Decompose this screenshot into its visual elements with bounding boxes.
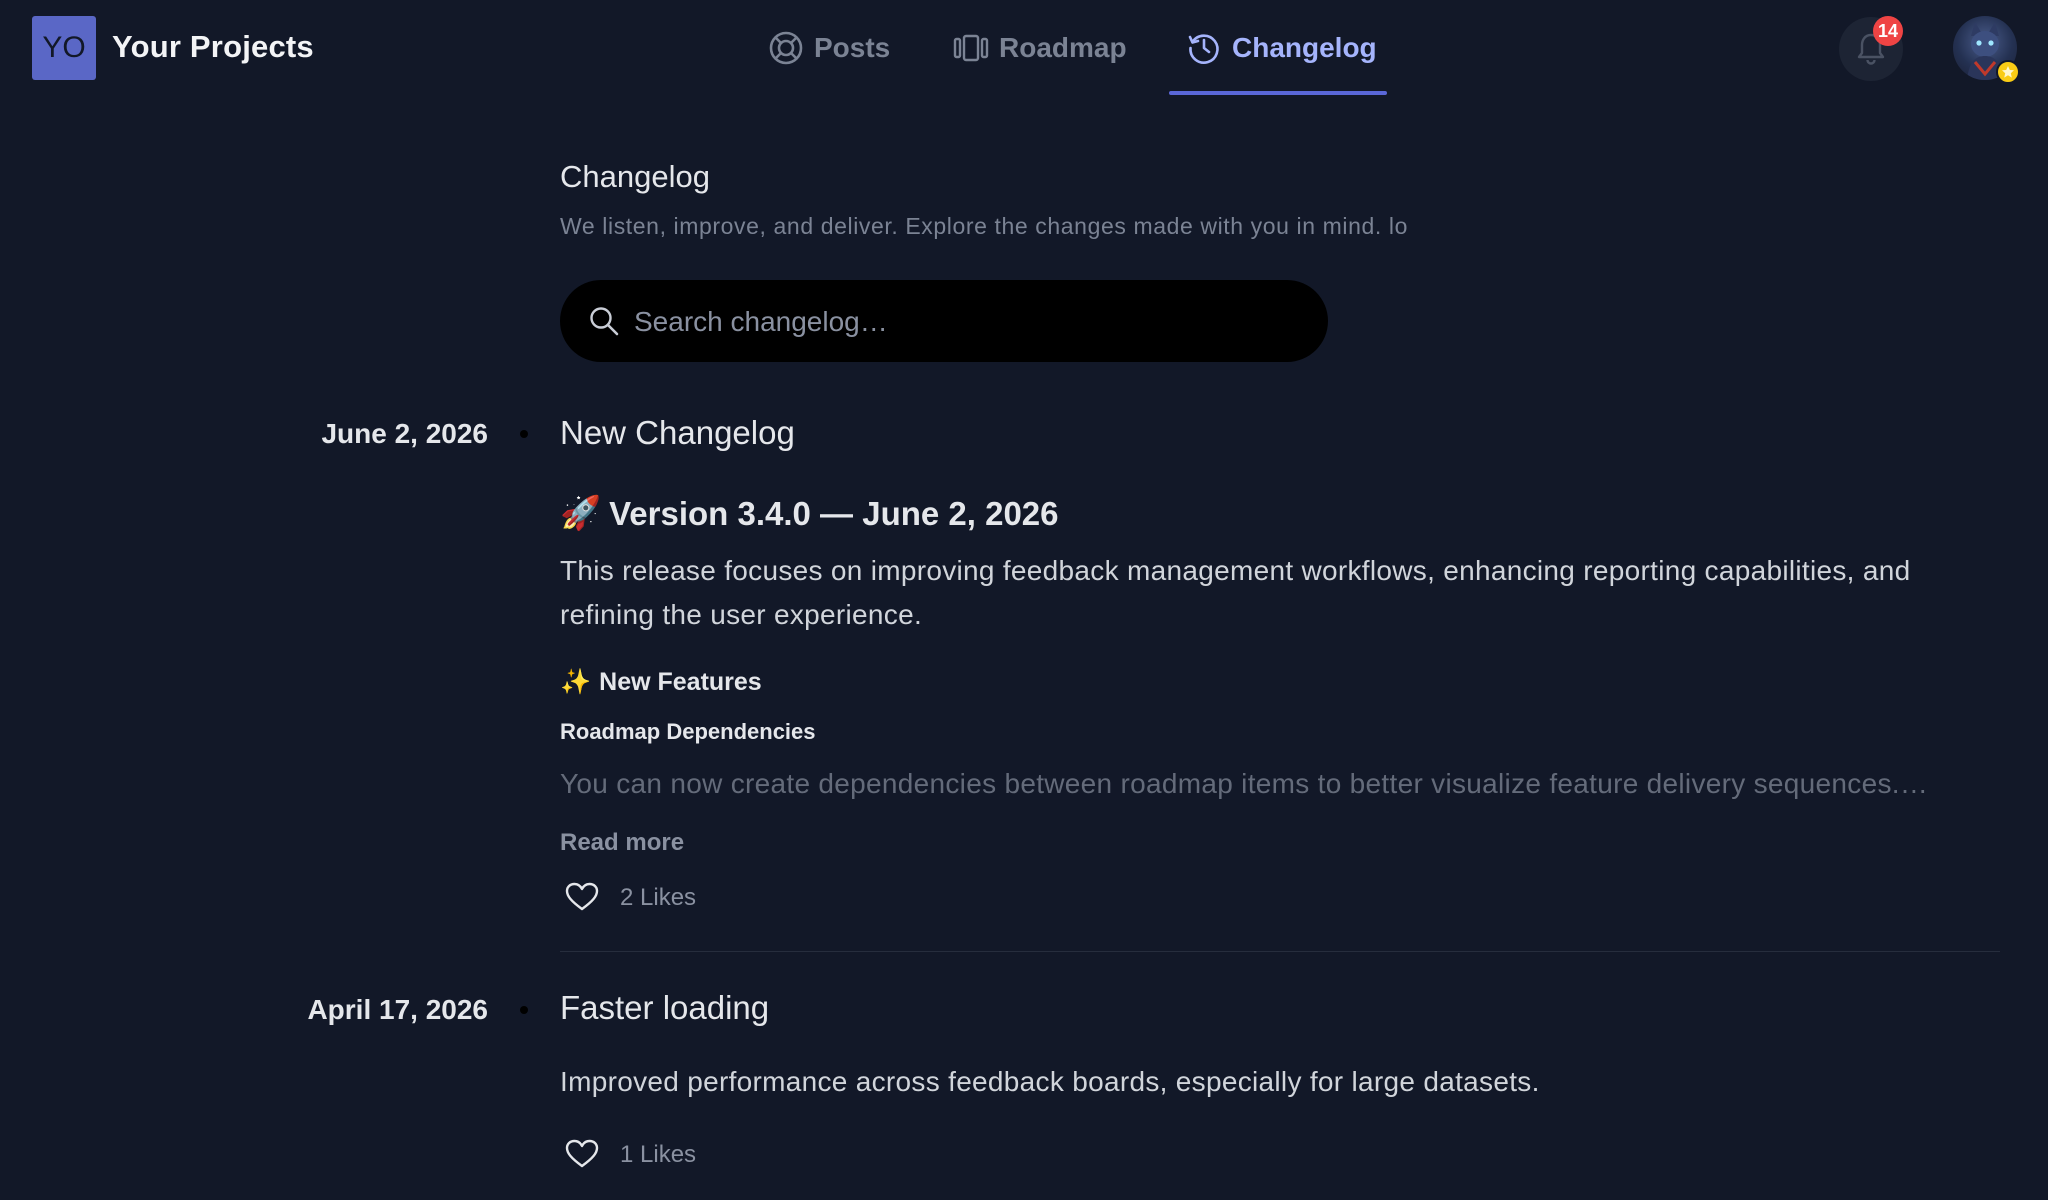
top-bar: YO Your Projects Posts Roadmap Changelog [0, 0, 2048, 96]
history-clock-icon [1188, 34, 1219, 64]
likes-count: 2 Likes [620, 884, 697, 911]
read-more-link[interactable]: Read more [560, 829, 684, 857]
entry-summary: Improved performance across feedback boa… [560, 1066, 1540, 1097]
entry-divider [560, 951, 2000, 952]
version-heading: 🚀 Version 3.4.0 — June 2, 2026 [560, 494, 1059, 533]
search-input[interactable] [632, 280, 1316, 364]
project-logo-initials: YO [42, 31, 86, 64]
like-button[interactable] [560, 1132, 604, 1176]
tab-changelog[interactable]: Changelog [1186, 24, 1377, 72]
tab-changelog-label: Changelog [1232, 32, 1377, 63]
feature-preview: You can now create dependencies between … [560, 768, 1929, 799]
project-logo[interactable]: YO [32, 16, 96, 80]
posts-lifebuoy-icon [769, 31, 803, 65]
search-icon [590, 307, 619, 336]
tab-roadmap[interactable]: Roadmap [953, 24, 1127, 72]
roadmap-columns-icon [953, 34, 989, 62]
version-heading-text: Version 3.4.0 — June 2, 2026 [609, 494, 1059, 532]
page-title: Changelog [560, 159, 710, 194]
project-name[interactable]: Your Projects [112, 29, 314, 65]
entry-title[interactable]: New Changelog [560, 414, 795, 452]
heart-icon [565, 882, 599, 911]
entry-date: June 2, 2026 [321, 418, 488, 449]
search-bar[interactable] [560, 280, 1328, 364]
section-heading: ✨ New Features [560, 668, 762, 697]
like-button[interactable] [560, 875, 604, 919]
timeline-dot [520, 430, 528, 438]
notifications-count-badge: 14 [1873, 16, 1903, 46]
heart-icon [565, 1139, 599, 1168]
page-subtitle: We listen, improve, and deliver. Explore… [560, 213, 1408, 239]
tab-posts[interactable]: Posts [768, 24, 890, 72]
feature-title: Roadmap Dependencies [560, 719, 816, 744]
tab-roadmap-label: Roadmap [999, 32, 1127, 63]
avatar-star-badge [1996, 60, 2020, 84]
rocket-icon: 🚀 [560, 494, 602, 531]
likes-count: 1 Likes [620, 1141, 697, 1168]
entry-date: April 17, 2026 [307, 994, 488, 1025]
star-icon [2002, 66, 2014, 78]
sparkles-icon: ✨ [560, 668, 592, 696]
entry-summary: This release focuses on improving feedba… [560, 555, 1911, 630]
tab-posts-label: Posts [814, 32, 891, 63]
timeline-dot [520, 1006, 528, 1014]
section-heading-text: New Features [599, 668, 762, 696]
entry-title[interactable]: Faster loading [560, 989, 769, 1027]
active-tab-indicator [1169, 91, 1387, 95]
